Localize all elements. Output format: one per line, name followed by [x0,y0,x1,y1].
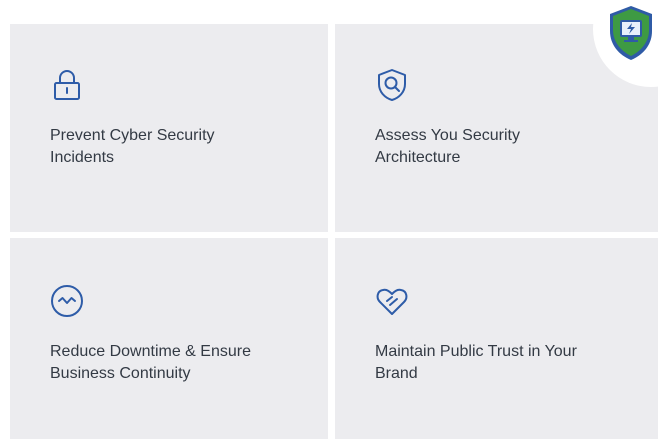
shield-computer-badge-icon [610,6,652,60]
security-benefits-grid: Prevent Cyber Security Incidents Assess … [0,0,658,439]
card-public-trust: Maintain Public Trust in Your Brand [335,238,658,439]
pulse-circle-icon [51,285,83,317]
card-label: Reduce Downtime & Ensure Business Contin… [50,343,251,382]
shield-search-icon [378,69,406,101]
card-prevent-incidents: Prevent Cyber Security Incidents [10,24,328,232]
card-reduce-downtime: Reduce Downtime & Ensure Business Contin… [10,238,328,439]
lock-icon [54,70,80,100]
card-label: Assess You Security Architecture [375,127,520,166]
card-label: Maintain Public Trust in Your Brand [375,343,577,382]
heart-check-icon [376,288,408,315]
corner-badge [589,0,658,89]
card-label: Prevent Cyber Security Incidents [50,127,215,166]
